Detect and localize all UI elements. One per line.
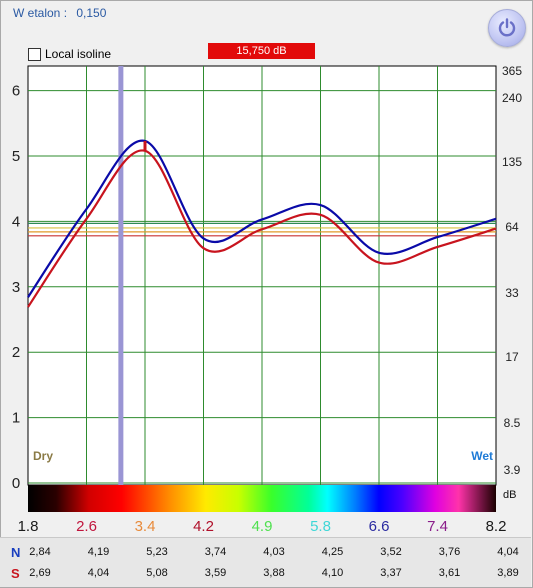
left-tick-label: 5 xyxy=(12,148,20,165)
right-tick-label: 3.9 xyxy=(504,463,521,477)
bottom-tick-label: 7.4 xyxy=(427,518,448,535)
right-tick-label: 33 xyxy=(505,286,519,300)
bottom-tick-label: 3.4 xyxy=(135,518,156,535)
table-cell: 2,69 xyxy=(29,567,51,579)
table-cell: 4,19 xyxy=(87,546,110,558)
left-tick-label: 2 xyxy=(12,344,20,361)
right-tick-label: 17 xyxy=(505,350,519,364)
table-cell: 4,10 xyxy=(321,567,344,579)
values-table xyxy=(0,537,531,587)
table-cell: 3,52 xyxy=(380,546,402,558)
table-cell: 3,61 xyxy=(438,567,461,579)
left-tick-label: 1 xyxy=(12,410,20,427)
table-cell: 3,76 xyxy=(438,546,461,558)
bottom-tick-label: 2.6 xyxy=(76,518,97,535)
table-cell: 4,03 xyxy=(263,546,285,558)
table-cell: 3,37 xyxy=(380,567,402,579)
right-tick-label: 240 xyxy=(502,91,522,105)
cursor-layer xyxy=(118,66,124,485)
table-cell: 5,08 xyxy=(146,567,168,579)
bottom-tick-label: 5.8 xyxy=(310,518,331,535)
table-cell: 3,88 xyxy=(263,567,285,579)
spectrum-bar xyxy=(28,485,496,512)
right-tick-label: 135 xyxy=(502,155,522,169)
bottom-axis-ticks: 1.8 2.6 3.4 4.2 4.9 5.8 6.6 7.4 8.2 xyxy=(18,518,507,535)
bottom-tick-label: 4.2 xyxy=(193,518,214,535)
table-cell: 4,04 xyxy=(87,567,110,579)
left-tick-label: 0 xyxy=(12,475,20,492)
bottom-tick-label: 6.6 xyxy=(369,518,390,535)
table-cell: 4,04 xyxy=(497,546,519,558)
left-tick-label: 4 xyxy=(12,213,20,230)
table-cell: 3,74 xyxy=(204,546,227,558)
wet-label: Wet xyxy=(471,449,493,463)
db-unit-label: dB xyxy=(503,489,516,501)
cursor-marker xyxy=(118,66,124,485)
table-cell: 2,84 xyxy=(29,546,51,558)
left-tick-label: 6 xyxy=(12,83,20,100)
right-axis-ticks: 3.9 8.5 17 33 64 135 240 365 xyxy=(502,64,522,477)
table-cell: 4,25 xyxy=(321,546,344,558)
dry-label: Dry xyxy=(33,449,53,463)
left-axis-ticks: 0 1 2 3 4 5 6 xyxy=(12,83,20,492)
right-tick-label: 8.5 xyxy=(504,416,521,430)
right-tick-label: 64 xyxy=(505,220,519,234)
bottom-tick-label: 1.8 xyxy=(18,518,39,535)
bottom-tick-label: 8.2 xyxy=(486,518,507,535)
table-cell: 3,59 xyxy=(204,567,227,579)
chart[interactable]: 0 1 2 3 4 5 6 3.9 8.5 17 33 64 135 240 365 Dry Wet dB… xyxy=(0,0,533,537)
bottom-tick-label: 4.9 xyxy=(252,518,273,535)
right-tick-label: 365 xyxy=(502,64,522,78)
table-cell: 5,23 xyxy=(146,546,168,558)
table-cell: 3,89 xyxy=(497,567,519,579)
left-tick-label: 3 xyxy=(12,279,20,296)
